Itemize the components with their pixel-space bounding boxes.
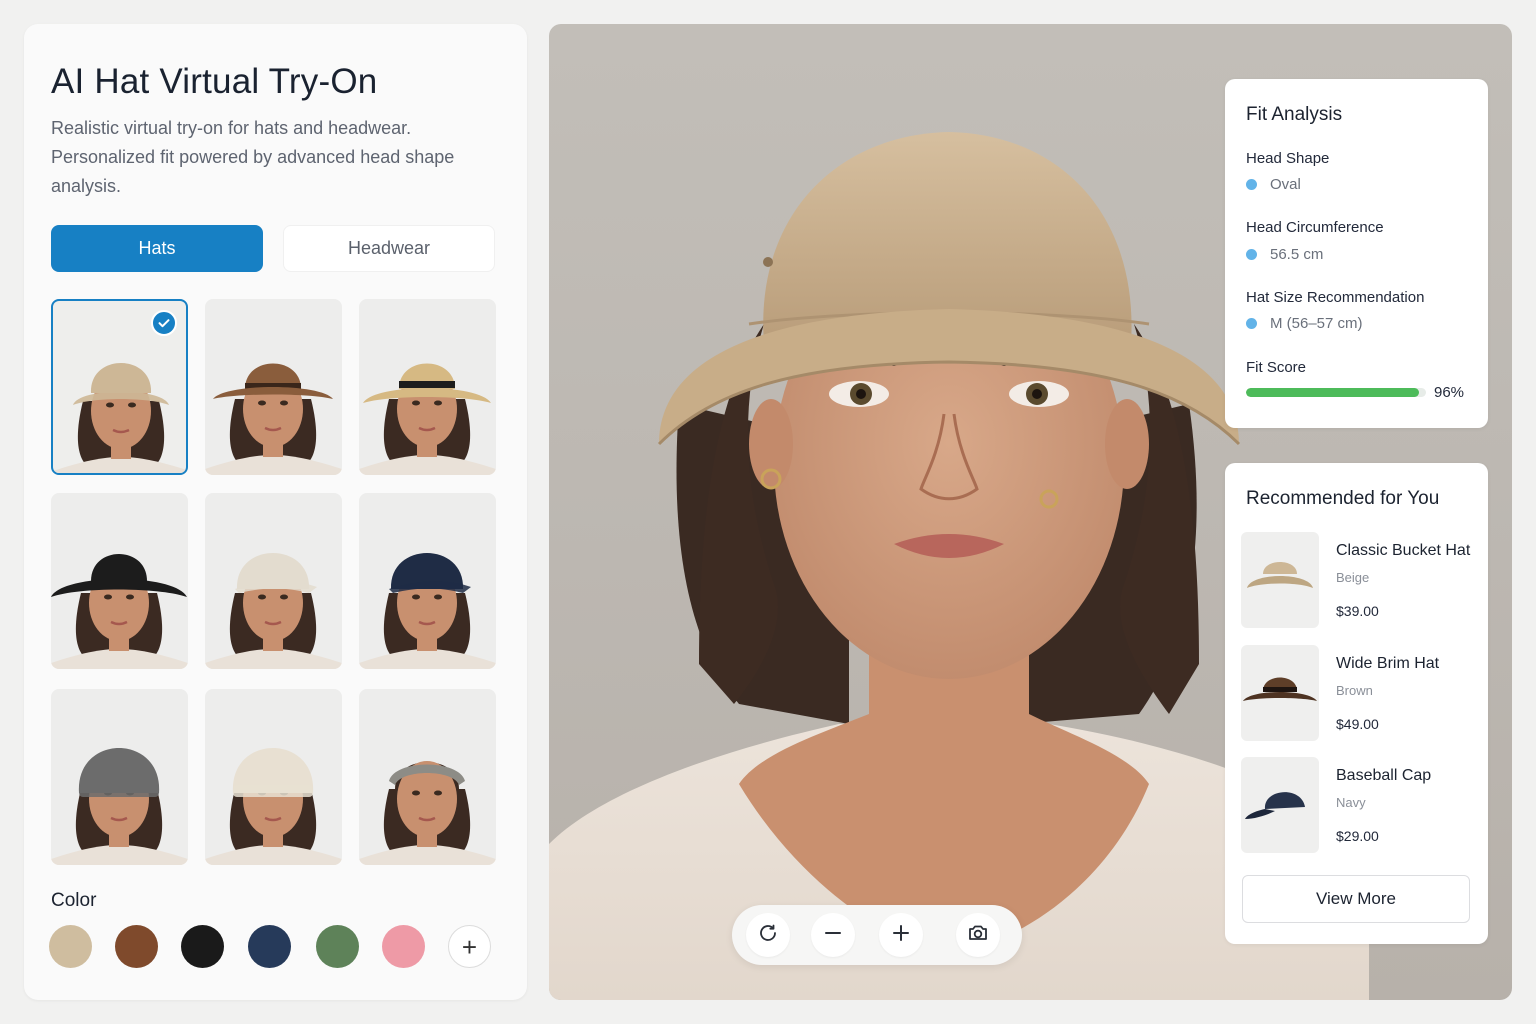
hat-model-image	[205, 363, 342, 475]
recommended-item[interactable]: Wide Brim Hat Brown $49.00	[1241, 645, 1477, 743]
head-circumference-dot	[1246, 249, 1257, 260]
wide-brim-hat-thumbnail	[1241, 645, 1319, 741]
fit-analysis-card: Fit Analysis Head Shape Oval Head Circum…	[1225, 79, 1488, 428]
recommended-card: Recommended for You Classic Bucket Hat B…	[1225, 463, 1488, 944]
hat-size-dot	[1246, 318, 1257, 329]
hat-option-headband[interactable]	[359, 689, 496, 865]
hat-option-straw[interactable]	[359, 299, 496, 475]
recommended-item-price: $29.00	[1336, 828, 1379, 844]
recommended-item-price: $49.00	[1336, 716, 1379, 732]
preview-toolbar	[732, 905, 1022, 965]
hat-model-image	[205, 748, 342, 865]
hat-option-cap[interactable]	[205, 493, 342, 669]
tab-headwear[interactable]: Headwear	[283, 225, 495, 272]
fit-score-label: Fit Score	[1246, 359, 1307, 376]
hat-option-bucket[interactable]	[51, 299, 188, 475]
zoom-in-icon	[890, 922, 912, 949]
hat-model-image	[359, 363, 496, 475]
hat-option-wide-brim[interactable]	[51, 493, 188, 669]
fit-score-value: 96%	[1434, 384, 1465, 401]
recommended-item-color: Beige	[1336, 570, 1370, 585]
recommended-item[interactable]: Classic Bucket Hat Beige $39.00	[1241, 532, 1477, 630]
hat-model-image	[359, 553, 496, 669]
head-circumference-value: 56.5 cm	[1270, 246, 1324, 263]
check-icon	[151, 310, 177, 336]
recommended-item[interactable]: Baseball Cap Navy $29.00	[1241, 757, 1477, 855]
baseball-cap-thumbnail	[1241, 757, 1319, 853]
hat-size-label: Hat Size Recommendation	[1246, 289, 1425, 306]
plus-icon: +	[461, 931, 478, 962]
zoom-in-button[interactable]	[879, 913, 923, 957]
fit-score-fill	[1246, 388, 1419, 397]
zoom-out-button[interactable]	[811, 913, 855, 957]
hat-model-image	[359, 761, 496, 865]
page-title: AI Hat Virtual Try-On	[51, 62, 378, 101]
add-color-button[interactable]: +	[448, 925, 491, 968]
recommended-title: Recommended for You	[1246, 488, 1440, 509]
color-swatch-black[interactable]	[181, 925, 224, 968]
hat-size-value: M (56–57 cm)	[1270, 315, 1363, 332]
rotate-icon	[756, 921, 780, 950]
hat-model-image	[205, 553, 342, 669]
hat-option-beanie[interactable]	[51, 689, 188, 865]
hat-option-beanie[interactable]	[205, 689, 342, 865]
color-label: Color	[51, 890, 97, 911]
product-panel: AI Hat Virtual Try-On Realistic virtual …	[24, 24, 527, 1000]
recommended-item-color: Navy	[1336, 795, 1366, 810]
view-more-button[interactable]: View More	[1242, 875, 1470, 923]
fit-score-bar	[1246, 388, 1426, 397]
hat-model-image	[51, 554, 188, 669]
color-swatch-green[interactable]	[316, 925, 359, 968]
hat-model-image	[51, 748, 188, 865]
head-shape-value: Oval	[1270, 176, 1301, 193]
zoom-out-icon	[822, 922, 844, 949]
recommended-item-name: Classic Bucket Hat	[1336, 542, 1471, 559]
recommended-item-color: Brown	[1336, 683, 1373, 698]
hat-option-cap[interactable]	[359, 493, 496, 669]
head-shape-label: Head Shape	[1246, 150, 1330, 167]
color-swatch-beige[interactable]	[49, 925, 92, 968]
color-swatch-brown[interactable]	[115, 925, 158, 968]
head-shape-dot	[1246, 179, 1257, 190]
tab-hats[interactable]: Hats	[51, 225, 263, 272]
camera-icon	[966, 921, 990, 950]
rotate-button[interactable]	[746, 913, 790, 957]
hat-option-fedora[interactable]	[205, 299, 342, 475]
camera-button[interactable]	[956, 913, 1000, 957]
recommended-item-name: Wide Brim Hat	[1336, 655, 1440, 672]
hat-grid	[51, 299, 496, 867]
page-description: Realistic virtual try-on for hats and he…	[51, 118, 455, 196]
head-circumference-label: Head Circumference	[1246, 219, 1384, 236]
color-swatch-navy[interactable]	[248, 925, 291, 968]
recommended-item-price: $39.00	[1336, 603, 1379, 619]
bucket-hat-thumbnail	[1241, 532, 1319, 628]
fit-analysis-title: Fit Analysis	[1246, 104, 1343, 125]
recommended-item-name: Baseball Cap	[1336, 767, 1432, 784]
color-swatch-pink[interactable]	[382, 925, 425, 968]
